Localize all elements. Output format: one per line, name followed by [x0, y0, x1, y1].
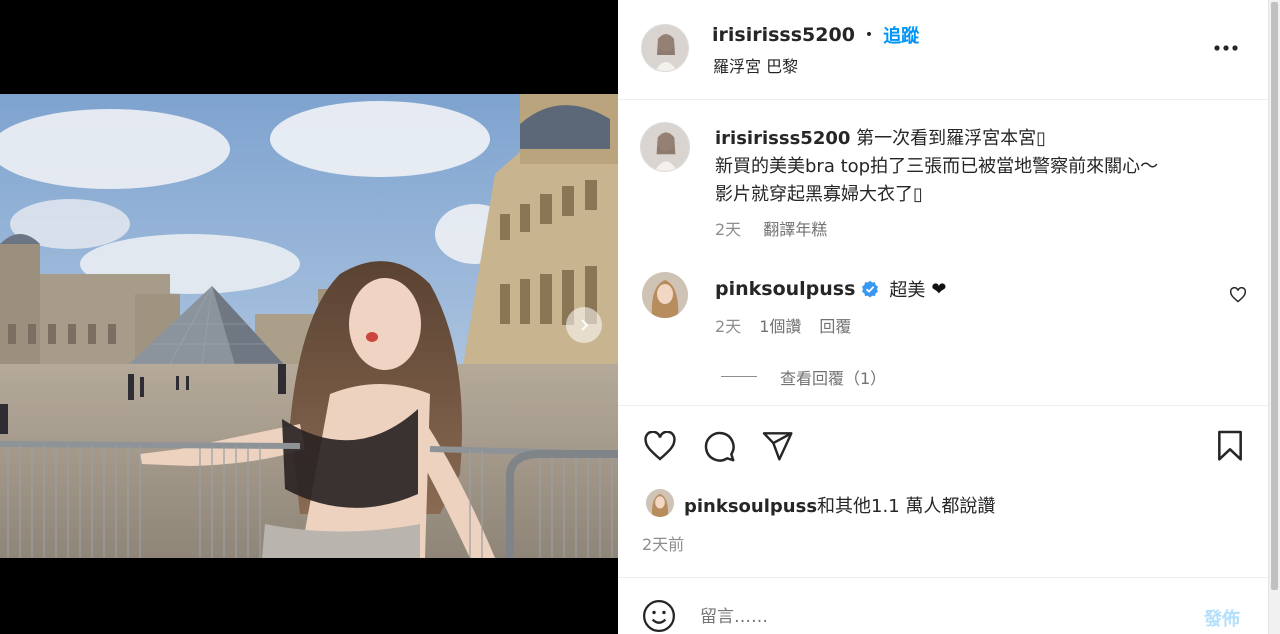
caption-line-2: 新買的美美bra top拍了三張而已被當地警察前來關心～ [715, 156, 1159, 177]
post-location[interactable]: 羅浮宮 巴黎 [713, 53, 798, 77]
likes-summary: pinksoulpuss和其他1.1 萬人都說讚 [684, 492, 995, 518]
next-photo-button[interactable] [566, 307, 602, 343]
caption-line-3: 影片就穿起黑寡婦大衣了▯ [715, 184, 923, 205]
post-media [0, 0, 618, 634]
like-button[interactable] [640, 428, 680, 464]
comment-like-button[interactable] [1226, 284, 1250, 306]
save-button[interactable] [1212, 428, 1248, 464]
translate-button[interactable]: 翻譯年糕 [763, 216, 827, 240]
caption-time[interactable]: 2天 [715, 216, 741, 240]
caption-author-avatar[interactable] [640, 122, 690, 172]
chevron-right-icon [581, 319, 589, 331]
divider [618, 577, 1268, 578]
instagram-post-view: irisirisss5200 • 追蹤 羅浮宮 巴黎 irisirisss520… [0, 0, 1280, 634]
view-replies-line [721, 376, 757, 377]
likes-count-text[interactable]: 和其他1.1 萬人都說讚 [817, 496, 995, 517]
more-horizontal-icon [1214, 45, 1238, 51]
view-replies-button[interactable]: 查看回覆（1） [780, 365, 886, 389]
caption-username[interactable]: irisirisss5200 [715, 128, 850, 149]
separator-dot: • [864, 27, 874, 43]
comment-input[interactable] [700, 602, 1160, 632]
divider [618, 405, 1268, 406]
black-heart-emoji: ❤ [931, 278, 947, 300]
post-time[interactable]: 2天前 [642, 531, 684, 555]
comment-body: pinksoulpuss 超美 ❤ [715, 276, 947, 302]
heart-icon [644, 431, 676, 461]
scrollbar[interactable] [1268, 0, 1280, 634]
reply-button[interactable]: 回覆 [819, 313, 851, 337]
liker-avatar[interactable] [646, 489, 674, 517]
send-icon [762, 432, 793, 461]
scrollbar-thumb[interactable] [1271, 2, 1278, 590]
liker-username[interactable]: pinksoulpuss [684, 496, 817, 517]
commenter-avatar[interactable] [642, 272, 688, 318]
author-avatar[interactable] [641, 24, 689, 72]
post-caption: irisirisss5200 第一次看到羅浮宮本宮▯ 新買的美美bra top拍… [715, 125, 1235, 209]
comment-button[interactable] [700, 428, 738, 464]
more-options-button[interactable] [1206, 30, 1246, 66]
smiley-icon [642, 599, 676, 633]
post-header: irisirisss5200 • 追蹤 羅浮宮 巴黎 [618, 0, 1268, 100]
comment-time[interactable]: 2天 [715, 313, 741, 337]
comment-icon [704, 431, 735, 462]
verified-badge-icon [862, 280, 879, 298]
post-photo[interactable] [0, 94, 618, 558]
follow-button[interactable]: 追蹤 [883, 22, 919, 48]
post-comment-button[interactable]: 發佈 [1204, 605, 1240, 631]
author-username[interactable]: irisirisss5200 [712, 24, 855, 46]
comment-text: 超美 [889, 280, 926, 301]
emoji-picker-button[interactable] [640, 598, 678, 634]
heart-outline-icon [1229, 287, 1247, 303]
comment-likes[interactable]: 1個讚 [759, 313, 801, 337]
caption-line-1: 第一次看到羅浮宮本宮▯ [856, 128, 1047, 149]
commenter-username[interactable]: pinksoulpuss [715, 278, 855, 300]
post-details-panel: irisirisss5200 • 追蹤 羅浮宮 巴黎 irisirisss520… [618, 0, 1268, 634]
share-button[interactable] [759, 428, 797, 464]
bookmark-icon [1218, 430, 1242, 461]
